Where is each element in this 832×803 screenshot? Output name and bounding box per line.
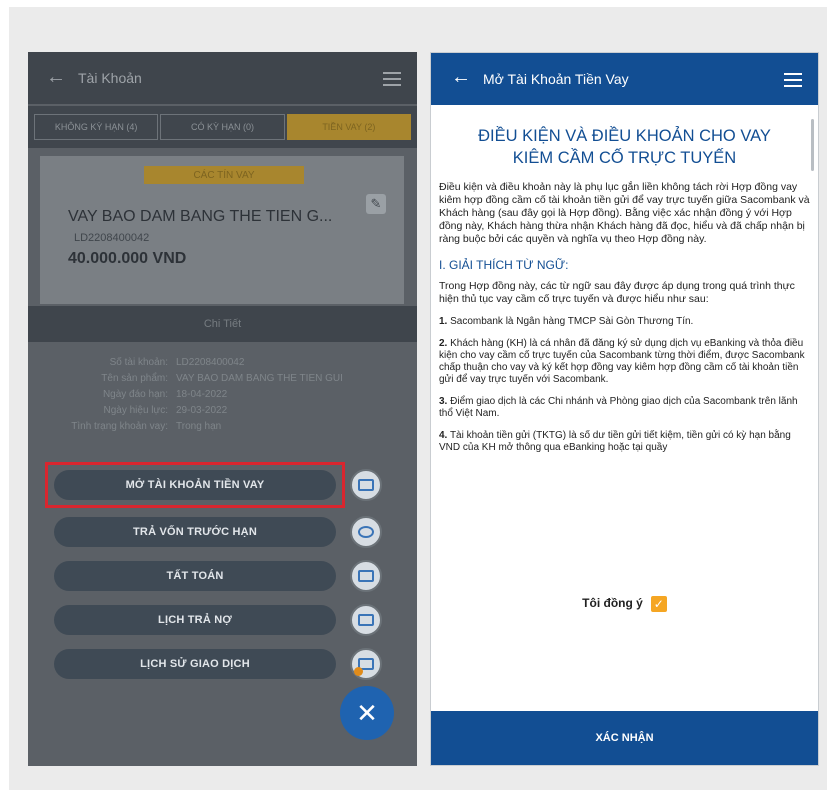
left-header: ← Tài Khoản [28,52,417,104]
info-row: Ngày hiệu lực: 29-03-2022 [28,405,417,421]
info-value: 18-04-2022 [176,389,228,400]
info-value: Trong hạn [176,421,222,432]
back-arrow-icon[interactable]: ← [451,66,471,89]
item-text: Sacombank là Ngân hàng TMCP Sài Gòn Thươ… [450,316,694,327]
history-icon[interactable] [350,648,382,680]
info-row: Tên sản phẩm: VAY BAO DAM BANG THE TIEN G… [28,373,417,389]
right-page-title: Mở Tài Khoản Tiền Vay [483,71,629,87]
detail-button[interactable]: Chi Tiết [28,306,417,342]
open-loan-account-button[interactable]: MỞ TÀI KHOẢN TIỀN VAY [54,470,336,500]
open-account-icon[interactable] [350,469,382,501]
item-number: 4. [439,430,448,441]
repayment-schedule-button[interactable]: LỊCH TRẢ NỢ [54,605,336,635]
loan-account-number: LD2208400042 [74,232,150,244]
definition-item: 1. Sacombank là Ngân hàng TMCP Sài Gòn T… [439,316,810,328]
account-tabs: KHÔNG KỲ HẠN (4) CÓ KỲ HẠN (0) TIỀN VAY … [28,106,417,148]
calendar-icon[interactable] [350,604,382,636]
early-repayment-button[interactable]: TRẢ VỐN TRƯỚC HẠN [54,517,336,547]
settle-button[interactable]: TẤT TOÁN [54,561,336,591]
loan-info-list: Số tài khoản: LD2208400042 Tên sản phẩm: V… [28,357,417,437]
item-text: Tài khoản tiền gửi (TKTG) là số dư tiền … [439,430,791,453]
back-arrow-icon[interactable]: ← [46,66,66,89]
loan-card-badge: CÁC TÍN VAY [144,166,304,184]
loan-card[interactable]: CÁC TÍN VAY VAY BAO DAM BANG THE TIEN G.… [40,156,404,304]
left-phone-screen: ← Tài Khoản KHÔNG KỲ HẠN (4) CÓ KỲ HẠN (… [28,52,417,766]
hamburger-menu-icon[interactable] [383,72,401,86]
terms-content[interactable]: ĐIỀU KIỆN VÀ ĐIỀU KHOẢN CHO VAY KIÊM CẦM… [431,105,818,705]
definition-item: 2. Khách hàng (KH) là cá nhân đã đăng ký… [439,338,810,386]
close-fab-button[interactable]: ✕ [340,686,394,740]
info-key: Tình trạng khoản vay: [71,421,168,432]
info-value: 29-03-2022 [176,405,228,416]
item-number: 2. [439,338,448,349]
item-number: 3. [439,396,448,407]
loan-amount: 40.000.000 VND [68,250,187,267]
right-phone-screen: ← Mở Tài Khoản Tiền Vay ĐIỀU KIỆN VÀ ĐIỀ… [430,52,819,766]
definition-item: 4. Tài khoản tiền gửi (TKTG) là số dư ti… [439,430,810,454]
agree-row: Tôi đồng ý ✓ [431,596,818,612]
definition-item: 3. Điểm giao dịch là các Chi nhánh và Ph… [439,396,810,420]
section-intro: Trong Hợp đồng này, các từ ngữ sau đây đ… [439,280,795,305]
transaction-history-button[interactable]: LỊCH SỬ GIAO DỊCH [54,649,336,679]
info-key: Số tài khoản: [109,357,168,368]
item-text: Điểm giao dịch là các Chi nhánh và Phòng… [439,396,798,419]
info-row: Ngày đáo hạn: 18-04-2022 [28,389,417,405]
settlement-icon[interactable] [350,560,382,592]
item-text: Khách hàng (KH) là cá nhân đã đăng ký sử… [439,338,805,385]
edit-pencil-icon[interactable]: ✎ [366,194,386,214]
info-value: VAY BAO DAM BANG THE TIEN GUI [176,373,343,384]
info-key: Ngày đáo hạn: [102,389,168,400]
tab-loans[interactable]: TIỀN VAY (2) [286,114,411,140]
info-row: Tình trạng khoản vay: Trong hạn [28,421,417,437]
terms-heading: ĐIỀU KIỆN VÀ ĐIỀU KHOẢN CHO VAY KIÊM CẦM… [478,127,771,167]
info-value: LD2208400042 [176,357,245,368]
terms-intro: Điều kiện và điều khoản này là phụ lục g… [439,181,810,245]
confirm-button[interactable]: XÁC NHẬN [431,711,818,765]
left-page-title: Tài Khoản [78,70,142,86]
right-header: ← Mở Tài Khoản Tiền Vay [431,53,818,105]
info-key: Ngày hiệu lực: [103,405,168,416]
tab-non-term[interactable]: KHÔNG KỲ HẠN (4) [34,114,159,140]
loan-name: VAY BAO DAM BANG THE TIEN G... [68,208,333,225]
agree-label: Tôi đồng ý [582,596,643,611]
info-key: Tên sản phẩm: [101,373,168,384]
agree-checkbox[interactable]: ✓ [650,596,667,612]
tab-term[interactable]: CÓ KỲ HẠN (0) [160,114,285,140]
info-row: Số tài khoản: LD2208400042 [28,357,417,373]
scrollbar[interactable] [811,119,814,171]
money-bag-icon[interactable] [350,516,382,548]
section-title: I. GIẢI THÍCH TỪ NGỮ: [439,258,569,272]
hamburger-menu-icon[interactable] [784,73,802,87]
item-number: 1. [439,316,448,327]
